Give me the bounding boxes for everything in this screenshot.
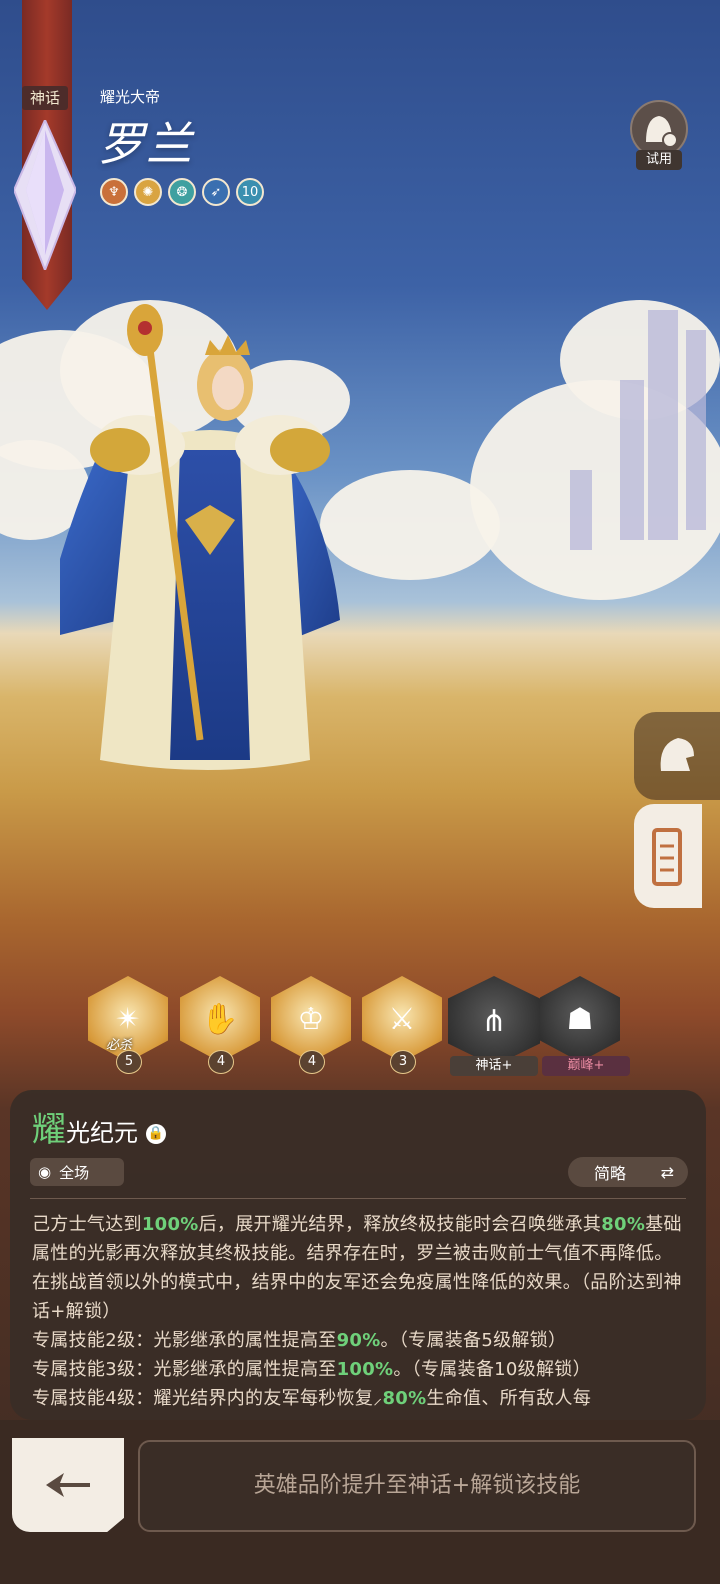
skill-description: 己方士气达到100%后，展开耀光结界，释放终极技能时会召唤继承其80%基础属性的… [32, 1210, 684, 1412]
scroll-icon [652, 828, 682, 886]
castle-tower [570, 470, 592, 550]
skill-unlock-label: 巅峰+ [542, 1056, 630, 1076]
skill-scope-label: 全场 [59, 1163, 90, 1182]
skill-level: 4 [208, 1050, 234, 1074]
hero-scroll-button[interactable] [634, 804, 702, 908]
back-button[interactable] [12, 1438, 124, 1532]
skill-level: 3 [390, 1050, 416, 1074]
hero-profile-button[interactable] [634, 712, 720, 800]
skill-slot-2[interactable]: ✋ 4 [180, 976, 260, 1074]
hero-badges: ♆ ✺ ❂ ➶ 10 [100, 178, 264, 206]
cloud [470, 380, 720, 600]
sun-icon[interactable]: ✺ [134, 178, 162, 206]
skill-slot-3[interactable]: ♔ 4 [271, 976, 351, 1074]
desc-text: 生命值、所有敌人每 [426, 1388, 592, 1409]
fire-guild-icon[interactable]: ♆ [100, 178, 128, 206]
desc-highlight: 100% [336, 1359, 394, 1380]
emblem-icon[interactable]: ❂ [168, 178, 196, 206]
desc-highlight: 90% [336, 1330, 381, 1351]
knight-helmet-icon [660, 738, 694, 771]
eye-icon: ◉ [38, 1163, 52, 1181]
skill-slot-6[interactable]: ☗ 巅峰+ [540, 976, 630, 1076]
divider [30, 1198, 686, 1199]
level-badge[interactable]: 10 [236, 178, 264, 206]
skill-title: 耀光纪元 🔒 [32, 1102, 166, 1151]
brief-toggle-button[interactable]: 简略 ⇄ [568, 1157, 688, 1187]
skill-unlock-label: 神话+ [450, 1056, 538, 1076]
helmet-clock-icon [646, 116, 678, 148]
desc-text: 后，展开耀光结界，释放终极技能时会召唤继承其 [198, 1214, 602, 1235]
desc-text: 己方士气达到 [32, 1214, 142, 1235]
skill-slot-1[interactable]: ✴ 必杀 5 [88, 976, 168, 1074]
hero-name: 罗兰 [98, 117, 194, 171]
rarity-crystal-icon [14, 120, 76, 270]
claw-icon: ⋔ [448, 976, 540, 1066]
desc-highlight: 100% [141, 1214, 199, 1235]
desc-text: 专属技能4级：耀光结界内的友军每秒恢复 [32, 1388, 374, 1409]
skill-title-first: 耀 [32, 1110, 66, 1150]
hero-character-portrait [60, 304, 340, 770]
brief-label: 简略 [594, 1164, 627, 1183]
desc-highlight: 80% [382, 1388, 427, 1409]
rarity-tag: 神话 [22, 86, 68, 110]
desc-text: 专属技能2级：光影继承的属性提高至 [32, 1330, 337, 1351]
swap-arrows-icon: ⇄ [660, 1162, 674, 1182]
upgrade-hint-button[interactable]: 英雄品阶提升至神话+解锁该技能 [138, 1440, 696, 1532]
skill-title-rest: 光纪元 [66, 1119, 138, 1147]
desc-highlight: 80% [601, 1214, 646, 1235]
lock-icon: 🔒 [145, 1124, 166, 1144]
feather-icon[interactable]: ➶ [202, 178, 230, 206]
desc-text: 专属技能3级：光影继承的属性提高至 [32, 1359, 337, 1380]
castle-tower [686, 330, 706, 530]
hero-title: 耀光大帝 [100, 88, 161, 106]
skill-level: 5 [116, 1050, 142, 1074]
skill-description-scroll[interactable]: 己方士气达到100%后，展开耀光结界，释放终极技能时会召唤继承其80%基础属性的… [0, 1210, 720, 1412]
desc-text: 。（专属装备5级解锁） [380, 1330, 567, 1351]
desc-text: 。（专属装备10级解锁） [393, 1359, 591, 1380]
trial-label: 试用 [636, 150, 682, 170]
skill-bar: ✴ 必杀 5 ✋ 4 ♔ 4 ⚔ 3 ⋔ 神话+ ☗ 巅峰+ [88, 976, 648, 1086]
skill-slot-4[interactable]: ⚔ 3 [362, 976, 442, 1074]
skill-level: 4 [299, 1050, 325, 1074]
skill-slot-5[interactable]: ⋔ 神话+ [448, 976, 540, 1076]
guardian-icon: ☗ [540, 976, 620, 1062]
castle-tower [620, 380, 644, 540]
castle-tower [648, 310, 678, 540]
back-arrow-icon [46, 1473, 90, 1497]
skill-scope-badge: ◉ 全场 [30, 1158, 124, 1186]
